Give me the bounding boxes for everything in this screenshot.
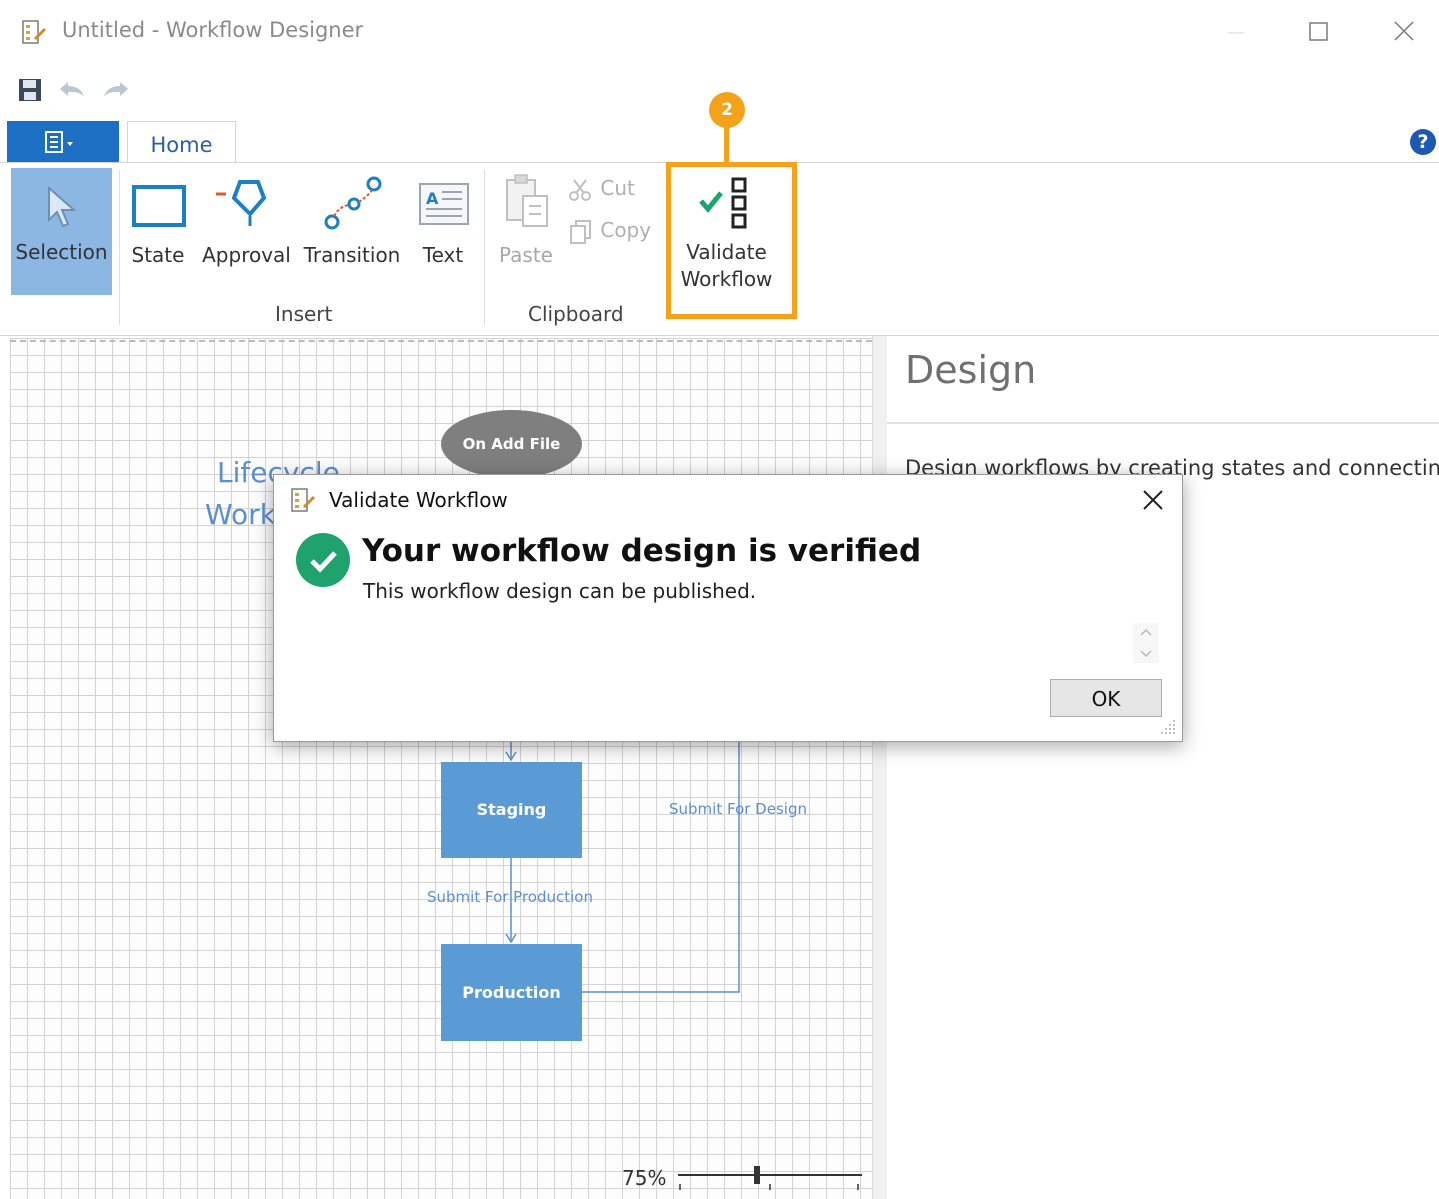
transition-label-submit-for-production[interactable]: Submit For Production xyxy=(427,888,593,906)
close-icon xyxy=(1394,21,1414,41)
design-panel-divider xyxy=(887,422,1439,424)
zoom-slider-thumb[interactable] xyxy=(754,1166,760,1184)
dialog-title: Validate Workflow xyxy=(329,488,508,512)
checkmark-glyph xyxy=(310,551,337,573)
resize-grip-icon[interactable] xyxy=(1158,717,1178,737)
dialog-heading: Your workflow design is verified xyxy=(362,533,922,569)
zoom-level: 75% xyxy=(622,1166,667,1190)
validate-workflow-dialog xyxy=(273,474,1183,742)
maximize-button[interactable] xyxy=(1298,14,1338,50)
transition-label-submit-for-design[interactable]: Submit For Design xyxy=(669,800,807,818)
dialog-app-icon xyxy=(291,488,315,512)
close-icon xyxy=(1143,490,1163,510)
state-node-staging[interactable]: Staging xyxy=(441,762,582,858)
zoom-slider[interactable] xyxy=(676,1162,866,1196)
ok-button[interactable]: OK xyxy=(1050,679,1162,717)
minimize-icon xyxy=(1228,32,1244,34)
dialog-close-button[interactable] xyxy=(1137,484,1169,516)
maximize-icon xyxy=(1309,22,1328,41)
window-close-button[interactable] xyxy=(1384,14,1424,50)
design-panel-title: Design xyxy=(905,348,1037,392)
start-node[interactable]: On Add File xyxy=(441,410,582,478)
state-node-production[interactable]: Production xyxy=(441,944,582,1041)
help-icon[interactable]: ? xyxy=(1410,129,1436,155)
minimize-button[interactable] xyxy=(1216,14,1256,50)
dialog-scroll-arrows[interactable] xyxy=(1131,623,1161,663)
dialog-message: This workflow design can be published. xyxy=(363,579,757,603)
panel-splitter[interactable] xyxy=(872,336,888,1199)
success-check-icon xyxy=(296,533,350,587)
